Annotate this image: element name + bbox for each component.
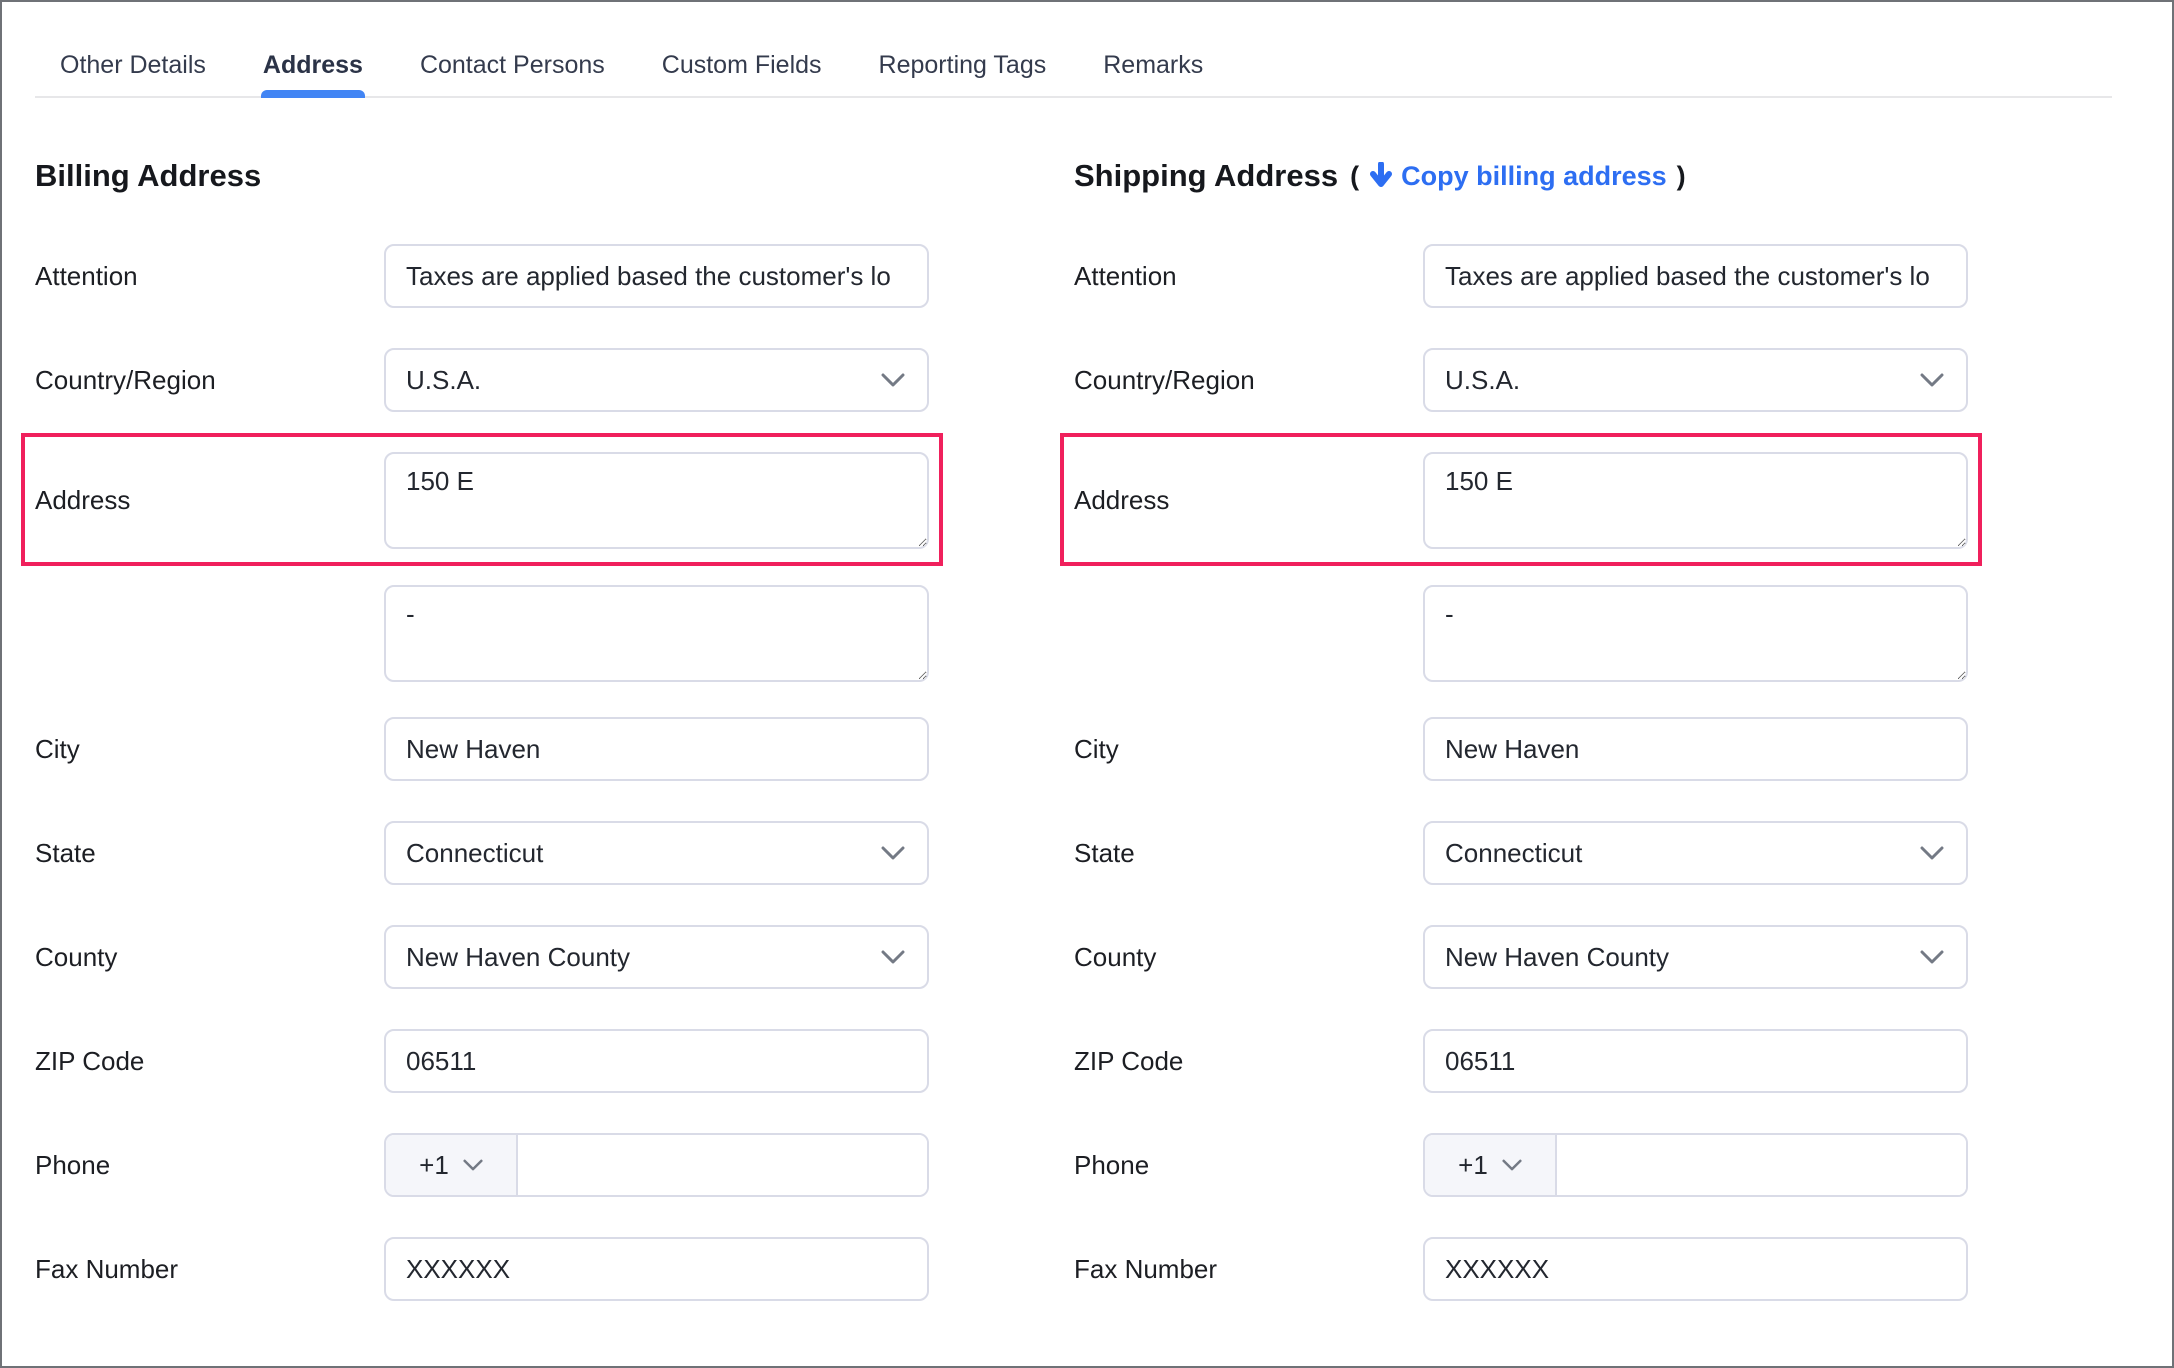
billing-phone-row: Phone +1: [35, 1133, 929, 1197]
billing-attention-label: Attention: [35, 261, 384, 292]
billing-state-label: State: [35, 838, 384, 869]
billing-phone-label: Phone: [35, 1150, 384, 1181]
shipping-address-line2-textarea[interactable]: -: [1423, 585, 1968, 682]
shipping-country-label: Country/Region: [1074, 365, 1423, 396]
billing-phone-country-code-select[interactable]: +1: [386, 1135, 518, 1195]
tab-remarks[interactable]: Remarks: [1103, 51, 1203, 80]
shipping-state-select[interactable]: Connecticut: [1423, 821, 1968, 885]
billing-fax-input[interactable]: [384, 1237, 929, 1301]
address-content: Billing Address Attention Country/Region…: [2, 98, 2172, 1341]
shipping-country-row: Country/Region U.S.A.: [1074, 348, 1968, 412]
shipping-attention-input[interactable]: [1423, 244, 1968, 308]
shipping-country-value: U.S.A.: [1445, 365, 1520, 396]
billing-fax-label: Fax Number: [35, 1254, 384, 1285]
billing-zip-input[interactable]: [384, 1029, 929, 1093]
shipping-county-value: New Haven County: [1445, 942, 1669, 973]
chevron-down-icon: [1920, 950, 1944, 964]
shipping-state-value: Connecticut: [1445, 838, 1582, 869]
billing-zip-label: ZIP Code: [35, 1046, 384, 1077]
billing-address-line1-textarea[interactable]: 150 E: [384, 452, 929, 549]
shipping-city-input[interactable]: [1423, 717, 1968, 781]
shipping-attention-label: Attention: [1074, 261, 1423, 292]
billing-country-label: Country/Region: [35, 365, 384, 396]
shipping-zip-label: ZIP Code: [1074, 1046, 1423, 1077]
billing-city-row: City: [35, 717, 929, 781]
shipping-fax-input[interactable]: [1423, 1237, 1968, 1301]
billing-city-input[interactable]: [384, 717, 929, 781]
shipping-phone-label: Phone: [1074, 1150, 1423, 1181]
shipping-fax-row: Fax Number: [1074, 1237, 1968, 1301]
billing-address-section: Billing Address Attention Country/Region…: [35, 158, 929, 1341]
shipping-city-row: City: [1074, 717, 1968, 781]
billing-attention-input[interactable]: [384, 244, 929, 308]
copy-billing-address-label: Copy billing address: [1401, 161, 1667, 192]
shipping-state-row: State Connecticut: [1074, 821, 1968, 885]
billing-phone-input[interactable]: [518, 1135, 927, 1195]
tab-reporting-tags[interactable]: Reporting Tags: [879, 51, 1047, 80]
billing-county-select[interactable]: New Haven County: [384, 925, 929, 989]
shipping-title-text: Shipping Address: [1074, 158, 1338, 194]
billing-zip-row: ZIP Code: [35, 1029, 929, 1093]
chevron-down-icon: [1920, 846, 1944, 860]
shipping-state-label: State: [1074, 838, 1423, 869]
shipping-zip-row: ZIP Code: [1074, 1029, 1968, 1093]
copy-billing-address-link[interactable]: Copy billing address: [1369, 161, 1667, 192]
shipping-phone-row: Phone +1: [1074, 1133, 1968, 1197]
billing-country-row: Country/Region U.S.A.: [35, 348, 929, 412]
billing-county-label: County: [35, 942, 384, 973]
shipping-county-label: County: [1074, 942, 1423, 973]
billing-address-line2-textarea[interactable]: -: [384, 585, 929, 682]
active-tab-underline: [261, 90, 365, 98]
tab-address[interactable]: Address: [263, 51, 363, 80]
chevron-down-icon: [881, 846, 905, 860]
billing-phone-country-code: +1: [419, 1150, 449, 1181]
billing-city-label: City: [35, 734, 384, 765]
tab-address-label: Address: [263, 51, 363, 79]
tab-other-details[interactable]: Other Details: [60, 51, 206, 80]
billing-country-value: U.S.A.: [406, 365, 481, 396]
shipping-city-label: City: [1074, 734, 1423, 765]
billing-address-row: Address 150 E: [35, 452, 929, 549]
billing-county-value: New Haven County: [406, 942, 630, 973]
shipping-address-line1-textarea[interactable]: 150 E: [1423, 452, 1968, 549]
billing-state-value: Connecticut: [406, 838, 543, 869]
billing-country-select[interactable]: U.S.A.: [384, 348, 929, 412]
chevron-down-icon: [881, 373, 905, 387]
shipping-address2-row: -: [1074, 585, 1968, 682]
shipping-attention-row: Attention: [1074, 244, 1968, 308]
chevron-down-icon: [463, 1159, 483, 1171]
paren-open: (: [1350, 161, 1359, 192]
billing-attention-row: Attention: [35, 244, 929, 308]
billing-fax-row: Fax Number: [35, 1237, 929, 1301]
shipping-phone-country-code-select[interactable]: +1: [1425, 1135, 1557, 1195]
chevron-down-icon: [1920, 373, 1944, 387]
shipping-address-label: Address: [1074, 485, 1423, 516]
shipping-country-select[interactable]: U.S.A.: [1423, 348, 1968, 412]
tab-custom-fields[interactable]: Custom Fields: [662, 51, 822, 80]
billing-state-row: State Connecticut: [35, 821, 929, 885]
shipping-county-row: County New Haven County: [1074, 925, 1968, 989]
shipping-county-select[interactable]: New Haven County: [1423, 925, 1968, 989]
shipping-address-section: Shipping Address ( Copy billing address …: [1074, 158, 1968, 1341]
tab-bar: Other Details Address Contact Persons Cu…: [2, 2, 2172, 98]
billing-state-select[interactable]: Connecticut: [384, 821, 929, 885]
chevron-down-icon: [881, 950, 905, 964]
billing-address-title: Billing Address: [35, 158, 929, 194]
billing-county-row: County New Haven County: [35, 925, 929, 989]
paren-close: ): [1677, 161, 1686, 192]
chevron-down-icon: [1502, 1159, 1522, 1171]
billing-address2-row: -: [35, 585, 929, 682]
shipping-zip-input[interactable]: [1423, 1029, 1968, 1093]
billing-address-label: Address: [35, 485, 384, 516]
address-form-page: Other Details Address Contact Persons Cu…: [0, 0, 2174, 1368]
shipping-phone-country-code: +1: [1458, 1150, 1488, 1181]
shipping-phone-input[interactable]: [1557, 1135, 1966, 1195]
shipping-address-title: Shipping Address ( Copy billing address …: [1074, 158, 1968, 194]
shipping-address-row: Address 150 E: [1074, 452, 1968, 549]
shipping-fax-label: Fax Number: [1074, 1254, 1423, 1285]
tab-contact-persons[interactable]: Contact Persons: [420, 51, 605, 80]
arrow-down-icon: [1369, 162, 1393, 190]
